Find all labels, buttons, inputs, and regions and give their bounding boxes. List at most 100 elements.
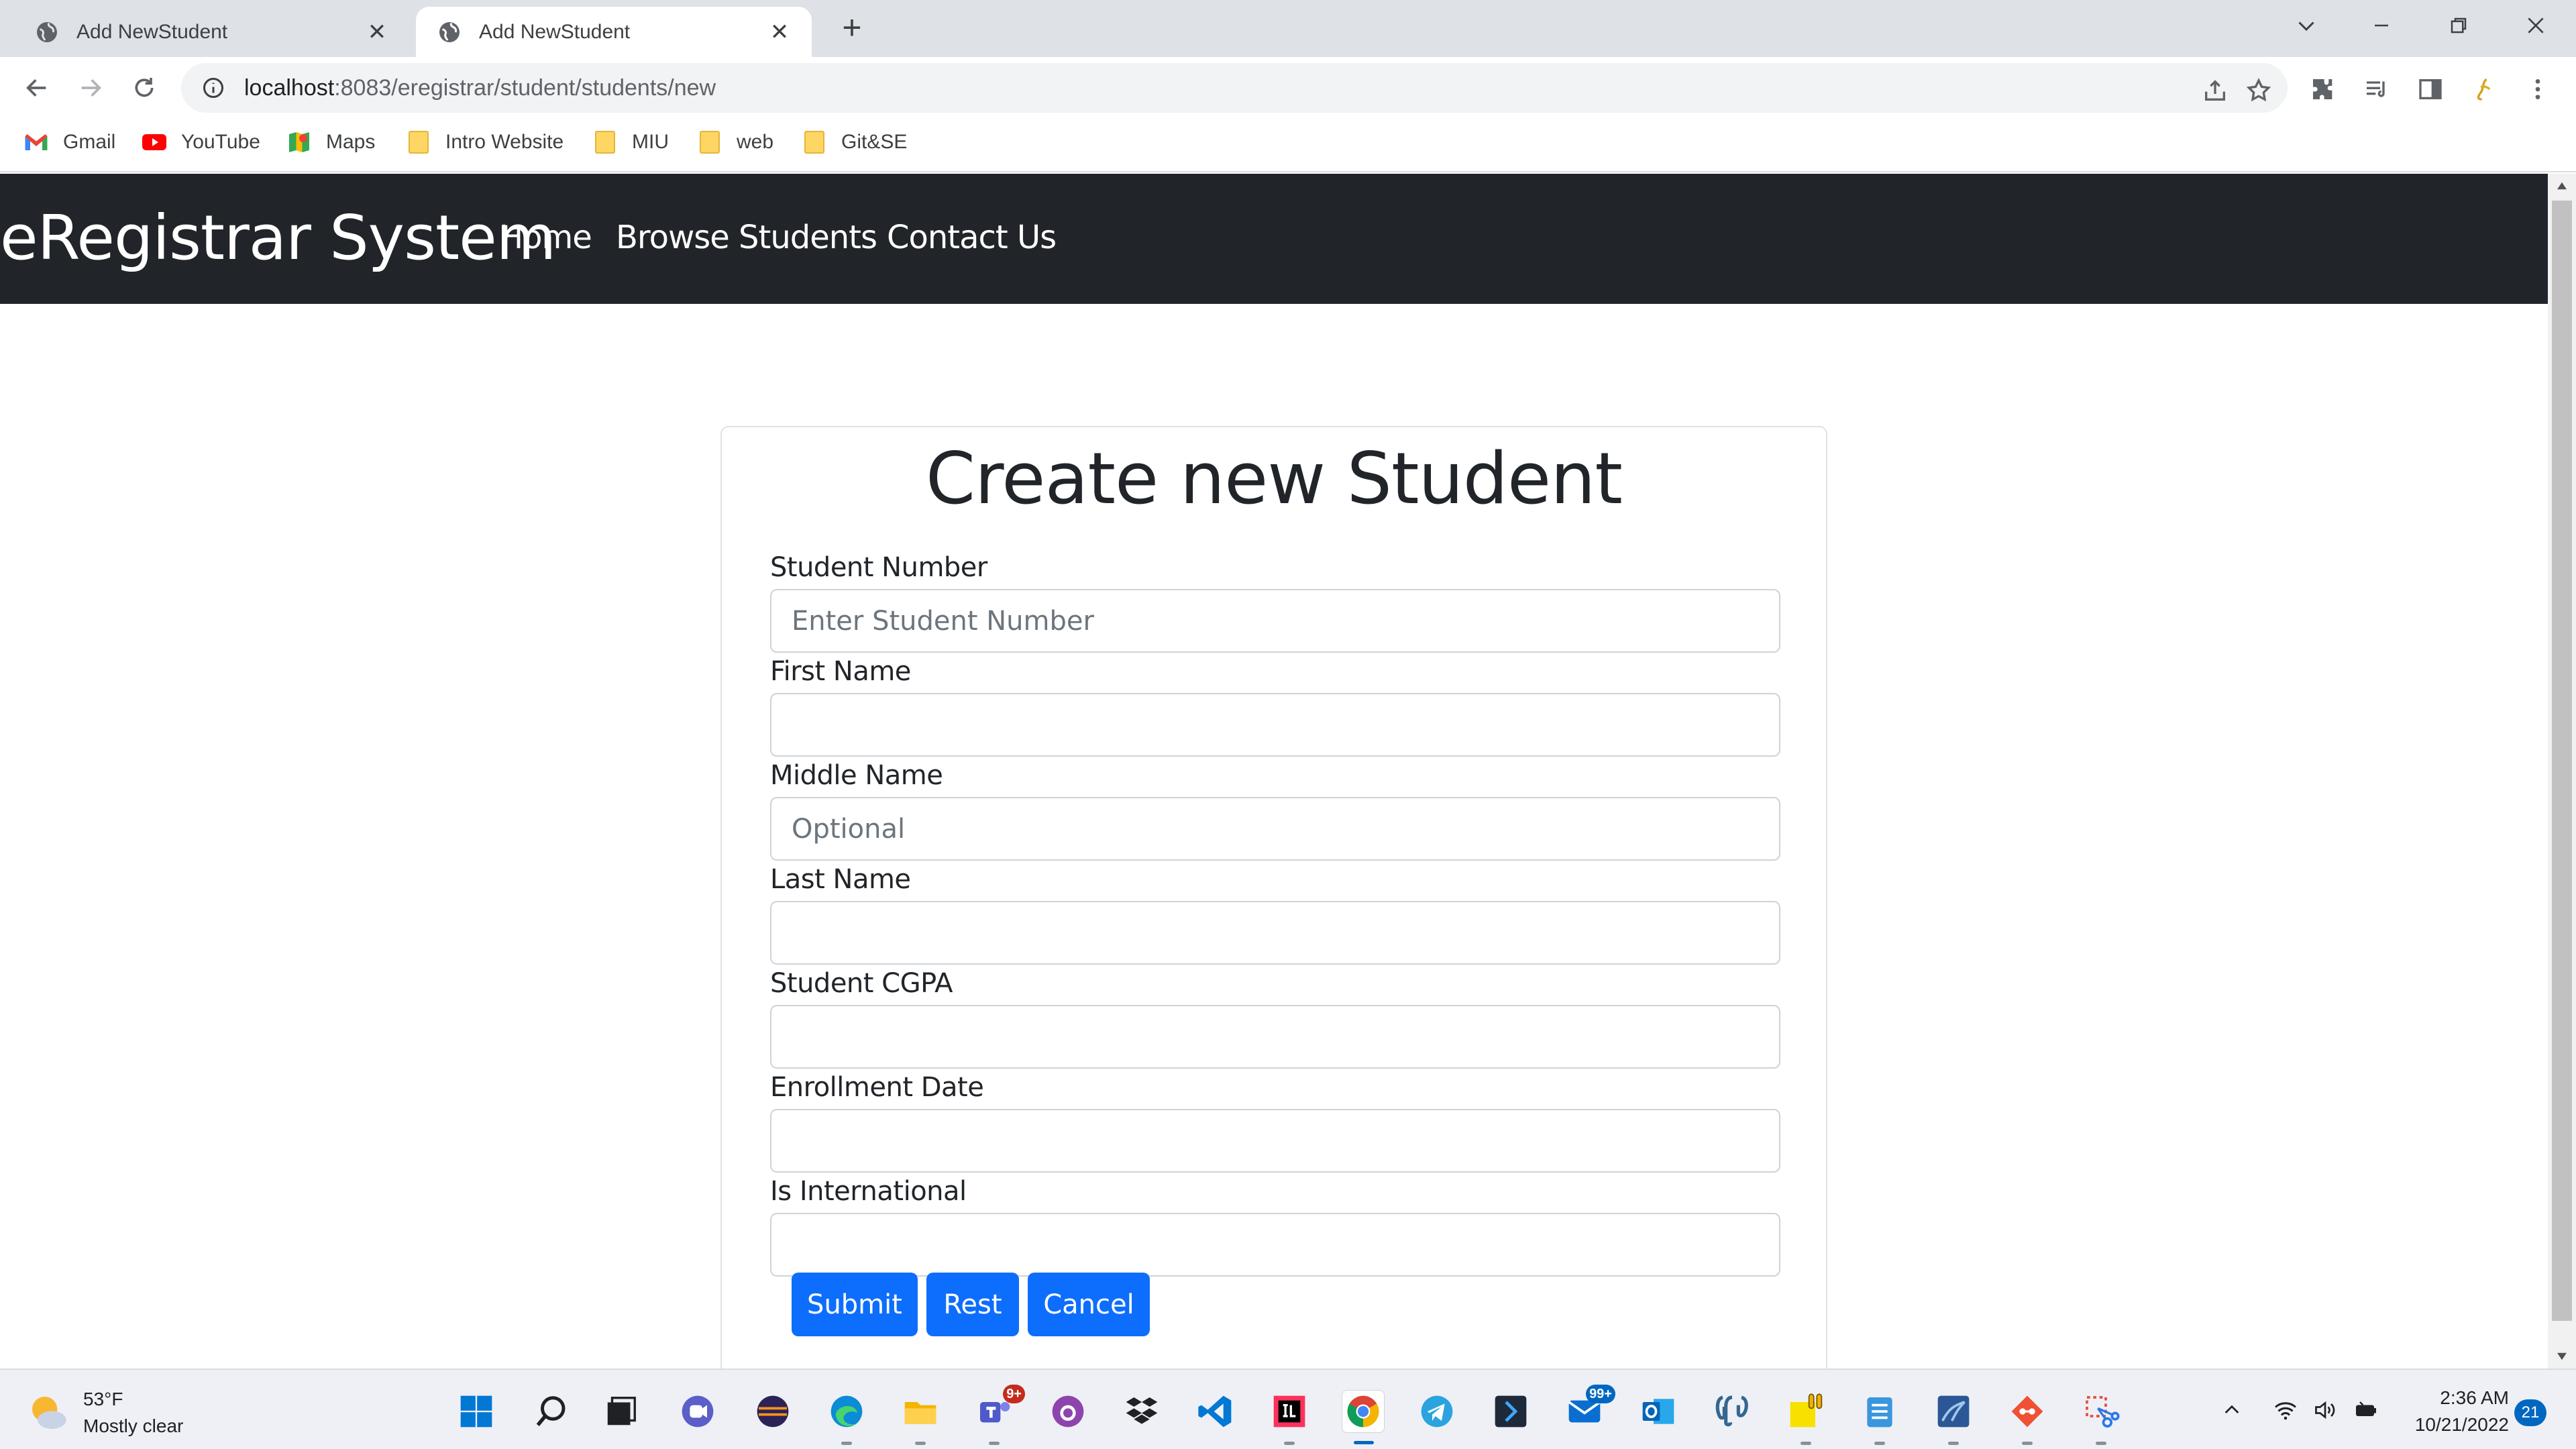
share-icon[interactable] — [2200, 76, 2230, 105]
taskbar-app-intellij[interactable] — [1268, 1390, 1311, 1445]
reload-icon[interactable] — [124, 68, 164, 108]
scroll-thumb[interactable] — [2552, 201, 2572, 1321]
search-button[interactable] — [530, 1390, 573, 1433]
tab-search-icon[interactable] — [2279, 5, 2333, 46]
navbar-brand[interactable]: eRegistrar System — [0, 202, 556, 274]
restore-button[interactable] — [2432, 5, 2485, 46]
taskbar-app-vscode[interactable] — [1194, 1390, 1237, 1433]
cancel-button[interactable]: Cancel — [1028, 1273, 1150, 1336]
close-tab-icon[interactable]: ✕ — [364, 19, 390, 46]
last-name-input[interactable] — [770, 901, 1780, 965]
nav-link-home[interactable]: Home — [499, 219, 592, 256]
git-icon — [2011, 1395, 2043, 1428]
browser-tab-1[interactable]: Add NewStudent ✕ — [13, 7, 409, 57]
submit-button[interactable]: Submit — [792, 1273, 918, 1336]
first-name-input[interactable] — [770, 693, 1780, 757]
taskbar-app-powershell[interactable] — [1489, 1390, 1532, 1433]
taskbar-app-chrome[interactable] — [1342, 1390, 1385, 1444]
page-scrollbar[interactable] — [2548, 174, 2576, 1368]
system-clock[interactable]: 2:36 AM 10/21/2022 — [2402, 1385, 2509, 1438]
nav-link-browse-students[interactable]: Browse Students — [616, 219, 877, 256]
is-international-label: Is International — [770, 1176, 967, 1207]
taskbar-app-teams[interactable]: 9+ — [973, 1385, 1025, 1445]
bookmark-web[interactable]: web — [698, 127, 773, 158]
taskbar-app-edge[interactable] — [825, 1390, 868, 1445]
new-tab-button[interactable]: + — [835, 11, 869, 44]
nav-link-contact-us[interactable]: Contact Us — [887, 219, 1057, 256]
taskbar-app-github[interactable] — [1046, 1390, 1089, 1433]
back-icon[interactable] — [17, 68, 57, 108]
is-international-input[interactable] — [770, 1213, 1780, 1277]
taskbar-app-dropbox[interactable] — [1120, 1390, 1163, 1433]
folder-icon — [593, 130, 617, 154]
taskbar-app-mail[interactable]: 99+ — [1563, 1385, 1615, 1433]
tab-title: Add NewStudent — [76, 20, 228, 43]
taskbar-app-snipping-tool[interactable] — [2080, 1390, 2123, 1445]
student-number-input[interactable] — [770, 589, 1780, 653]
taskbar-app-eclipse[interactable] — [751, 1390, 794, 1433]
scroll-up-icon[interactable] — [2548, 174, 2576, 198]
mysql-workbench-icon — [1937, 1395, 1970, 1428]
media-control-icon[interactable] — [2362, 74, 2392, 104]
extensions-icon[interactable] — [2308, 74, 2338, 104]
taskbar-app-notepad[interactable] — [1858, 1390, 1901, 1445]
taskbar-app-mysql-workbench[interactable] — [1932, 1390, 1975, 1445]
taskbar-app-file-explorer[interactable] — [899, 1390, 942, 1445]
battery-icon[interactable] — [2351, 1395, 2381, 1425]
folder-icon — [802, 130, 826, 154]
taskbar-app-chat[interactable] — [676, 1390, 719, 1433]
bookmark-miu[interactable]: MIU — [593, 127, 669, 158]
student-cgpa-input[interactable] — [770, 1005, 1780, 1069]
weather-condition: Mostly clear — [83, 1415, 184, 1436]
postgresql-icon — [1715, 1395, 1748, 1427]
info-icon[interactable] — [201, 76, 225, 100]
windows-taskbar: 53°F Mostly clear 9+ 99+ 2:36 AM 10/21/2… — [0, 1368, 2576, 1449]
taskbar-app-telegram[interactable] — [1415, 1390, 1458, 1433]
minimize-button[interactable] — [2355, 5, 2408, 46]
taskbar-app-outlook[interactable] — [1637, 1390, 1680, 1433]
browser-tab-2[interactable]: Add NewStudent ✕ — [416, 7, 812, 57]
taskbar-app-postgres[interactable] — [1711, 1390, 1754, 1433]
show-hidden-icons-chevron-icon[interactable] — [2217, 1395, 2247, 1425]
weather-widget[interactable]: 53°F Mostly clear — [27, 1386, 183, 1440]
reset-button[interactable]: Rest — [926, 1273, 1019, 1336]
bookmark-git-se[interactable]: Git&SE — [802, 127, 907, 158]
bookmark-youtube[interactable]: YouTube — [142, 127, 260, 158]
page-title: Create new Student — [926, 437, 1623, 520]
address-bar[interactable]: localhost:8083/eregistrar/student/studen… — [181, 63, 2288, 113]
edge-icon — [830, 1395, 863, 1428]
tab-strip: Add NewStudent ✕ Add NewStudent ✕ + — [0, 0, 2576, 57]
site-navbar: eRegistrar System Home Browse Students C… — [0, 174, 2548, 304]
forward-icon[interactable] — [70, 68, 111, 108]
bookmark-gmail[interactable]: Gmail — [24, 127, 115, 158]
taskbar-app-vmware-player[interactable] — [1784, 1390, 1827, 1445]
first-name-label: First Name — [770, 656, 911, 687]
page-viewport: eRegistrar System Home Browse Students C… — [0, 174, 2548, 1368]
folder-icon — [698, 130, 722, 154]
notification-count-badge[interactable]: 21 — [2514, 1399, 2546, 1426]
scroll-down-icon[interactable] — [2548, 1344, 2576, 1368]
file-explorer-icon — [904, 1402, 936, 1424]
kebab-menu-icon[interactable] — [2523, 74, 2553, 104]
globe-icon — [37, 21, 57, 42]
middle-name-input[interactable] — [770, 797, 1780, 861]
snipping-tool-icon — [2086, 1396, 2120, 1428]
telegram-icon — [1421, 1395, 1453, 1428]
start-button[interactable] — [455, 1390, 498, 1433]
close-window-button[interactable] — [2509, 5, 2563, 46]
profile-avatar-icon[interactable] — [2469, 74, 2499, 104]
side-panel-icon[interactable] — [2416, 74, 2445, 104]
student-cgpa-label: Student CGPA — [770, 968, 953, 999]
bookmark-maps[interactable]: Maps — [287, 127, 375, 158]
volume-icon[interactable] — [2310, 1395, 2340, 1425]
eclipse-icon — [757, 1395, 789, 1428]
outlook-icon — [1642, 1399, 1674, 1424]
close-tab-icon[interactable]: ✕ — [766, 19, 793, 46]
wifi-icon[interactable] — [2271, 1395, 2300, 1425]
taskbar-app-gitkraken[interactable] — [2006, 1390, 2049, 1445]
last-name-label: Last Name — [770, 864, 911, 895]
bookmark-intro-website[interactable]: Intro Website — [407, 127, 564, 158]
bookmark-star-icon[interactable] — [2244, 76, 2273, 105]
enrollment-date-input[interactable] — [770, 1109, 1780, 1173]
task-view-button[interactable] — [600, 1390, 643, 1433]
